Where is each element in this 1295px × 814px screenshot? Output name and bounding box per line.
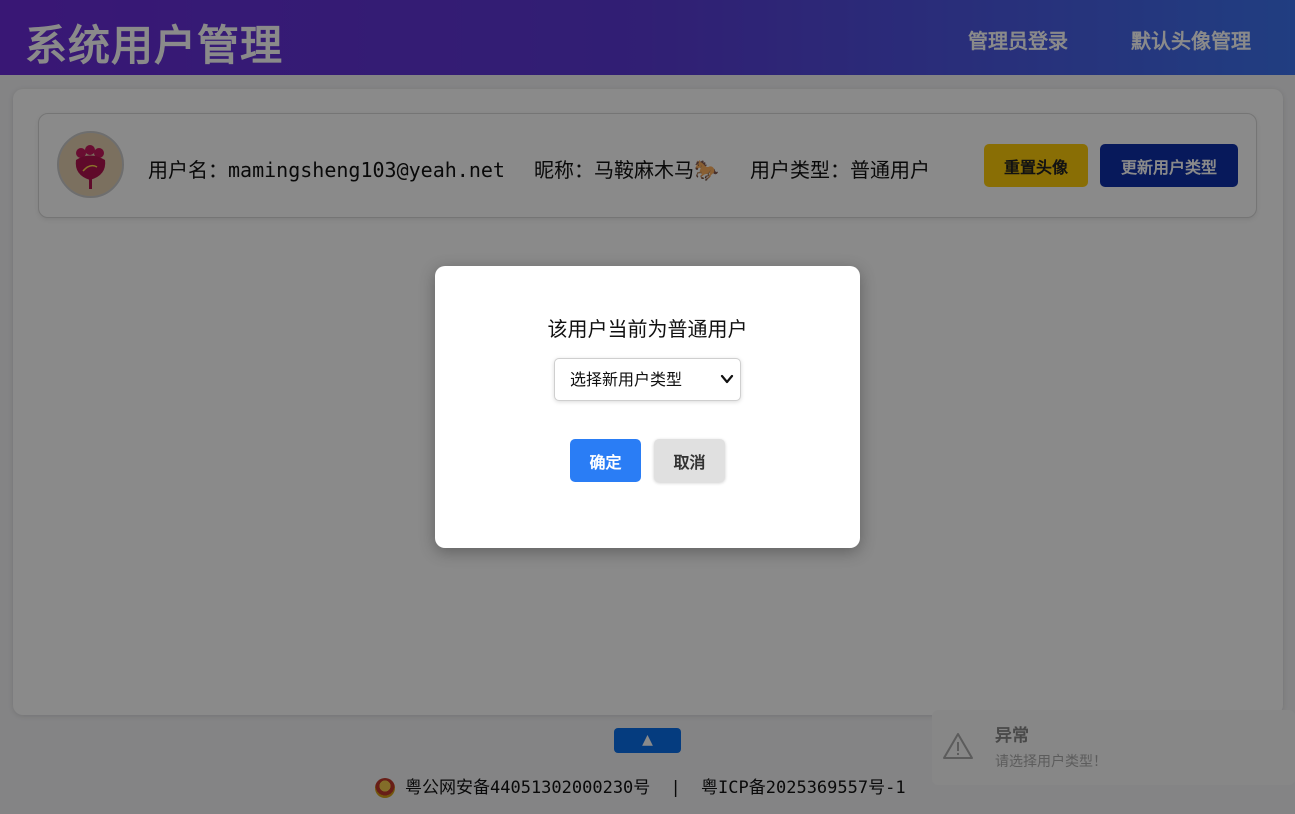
update-type-dialog: 该用户当前为普通用户 选择新用户类型 确定 取消	[435, 266, 860, 548]
user-type-select[interactable]: 选择新用户类型	[554, 358, 741, 401]
confirm-button[interactable]: 确定	[570, 439, 641, 482]
select-placeholder: 选择新用户类型	[570, 370, 683, 389]
chevron-down-icon	[720, 374, 734, 384]
cancel-button[interactable]: 取消	[654, 439, 725, 482]
dialog-message: 该用户当前为普通用户	[547, 317, 748, 341]
